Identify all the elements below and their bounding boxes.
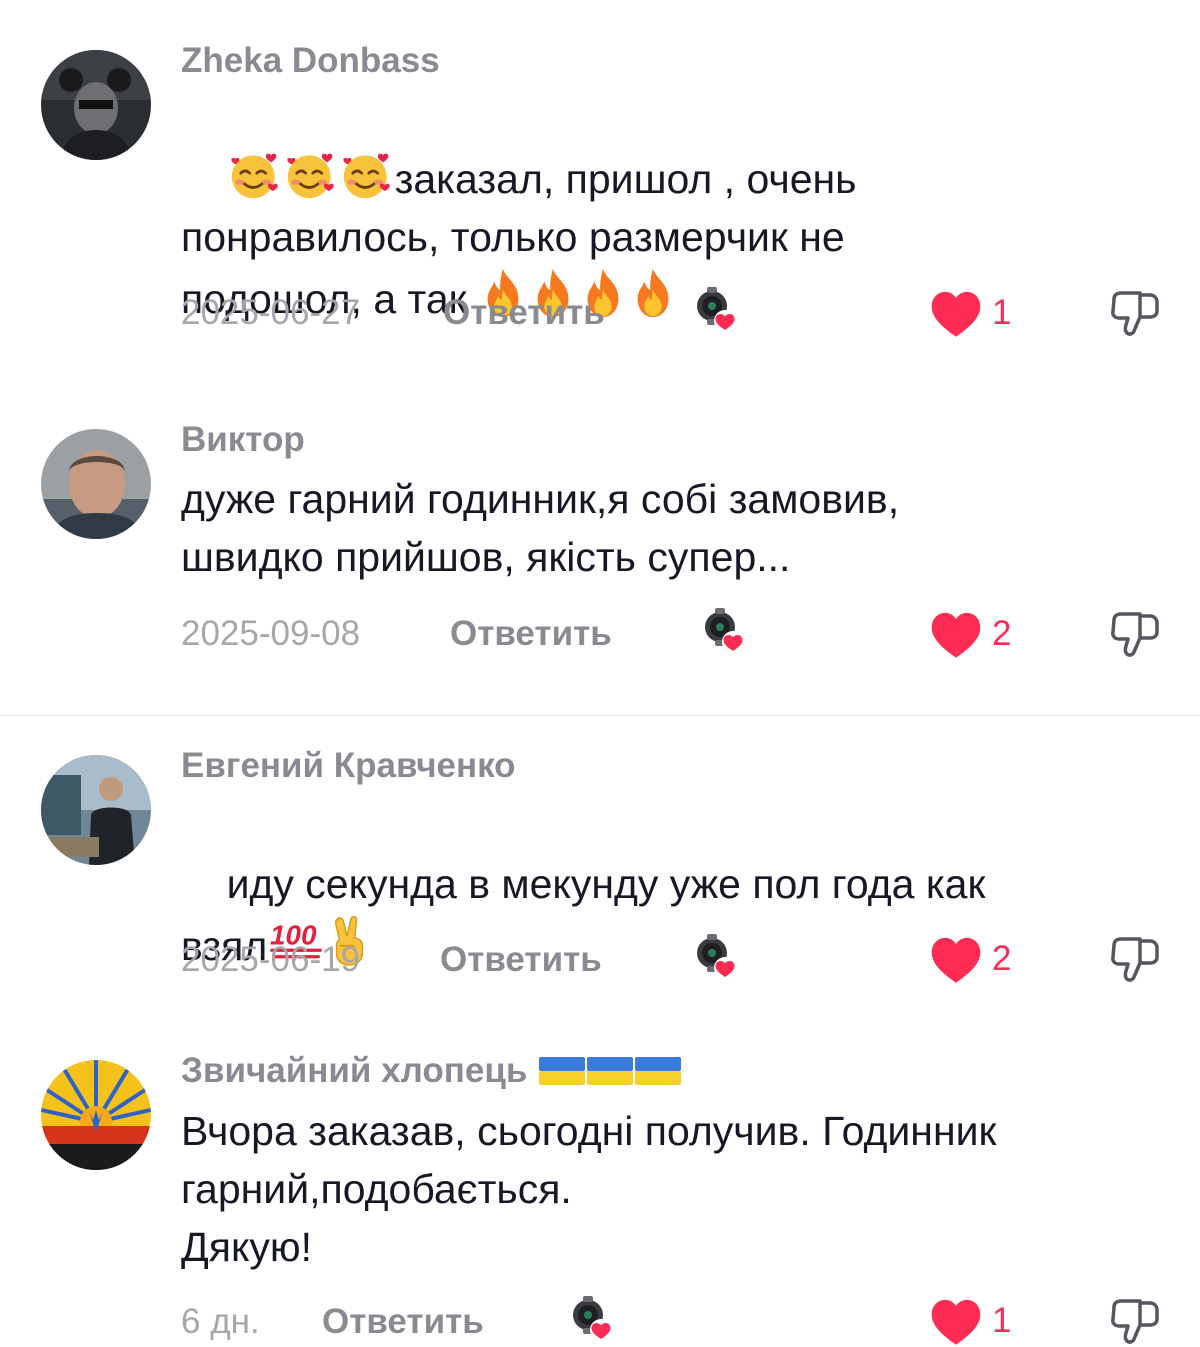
comment-text-line: понравилось, только размерчик не [181,214,845,260]
like-count: 2 [992,614,1012,653]
dislike-icon[interactable] [1106,287,1162,339]
avatar-image [41,755,151,865]
author-name-text: Звичайний хлопець [181,1051,538,1090]
avatar-image [41,50,151,160]
heart-icon [930,1298,982,1346]
heart-icon [930,290,982,338]
ukraine-flag-emoji [635,1054,681,1088]
comment-text: дуже гарний годинник,я собі замовив, шви… [181,476,900,580]
avatar-image [41,1060,151,1170]
creator-like-icon [692,931,748,983]
comment-date: 6 дн. [181,1302,260,1341]
avatar[interactable] [41,50,151,160]
heart-icon [930,936,982,984]
reply-button[interactable]: Ответить [450,614,612,654]
dislike-icon[interactable] [1106,1295,1162,1347]
author-name[interactable]: Звичайний хлопець [181,1051,681,1091]
comment-text-line: иду секунда в мекунду уже пол года как [226,861,986,907]
reply-button[interactable]: Ответить [440,940,602,980]
avatar-image [41,429,151,539]
creator-like-icon [692,284,748,336]
fire-emoji [629,266,677,320]
dislike-icon[interactable] [1106,933,1162,985]
like-count: 2 [992,939,1012,978]
comment-date: 2025-06-27 [181,293,361,332]
reply-button[interactable]: Ответить [322,1302,484,1342]
like-count: 1 [992,1301,1012,1340]
creator-like-icon [568,1293,624,1345]
comment-date: 2025-06-19 [181,940,361,979]
divider [0,715,1200,716]
avatar[interactable] [41,1060,151,1170]
comment-text-line: заказал, пришол , очень [394,156,857,202]
smiling-face-with-hearts-emoji [284,150,338,200]
ukraine-flag-emoji [587,1054,633,1088]
author-name[interactable]: Евгений Кравченко [181,746,516,786]
avatar[interactable] [41,755,151,865]
smiling-face-with-hearts-emoji [340,150,394,200]
author-name[interactable]: Zheka Donbass [181,41,440,81]
comment-text: заказал, пришол , очень понравилось, толь… [181,92,1171,386]
comment-date: 2025-09-08 [181,614,361,653]
avatar[interactable] [41,429,151,539]
ukraine-flag-emoji [539,1054,585,1088]
like-count: 1 [992,293,1012,332]
author-name[interactable]: Виктор [181,420,305,460]
heart-icon [930,611,982,659]
smiling-face-with-hearts-emoji [228,150,282,200]
reply-button[interactable]: Ответить [443,293,605,333]
dislike-icon[interactable] [1106,608,1162,660]
comment-text: иду секунда в мекунду уже пол года как вз… [181,797,1171,1033]
creator-like-icon [700,605,756,657]
comment-text: Вчора заказав, сьогодні получив. Годинни… [181,1108,997,1270]
